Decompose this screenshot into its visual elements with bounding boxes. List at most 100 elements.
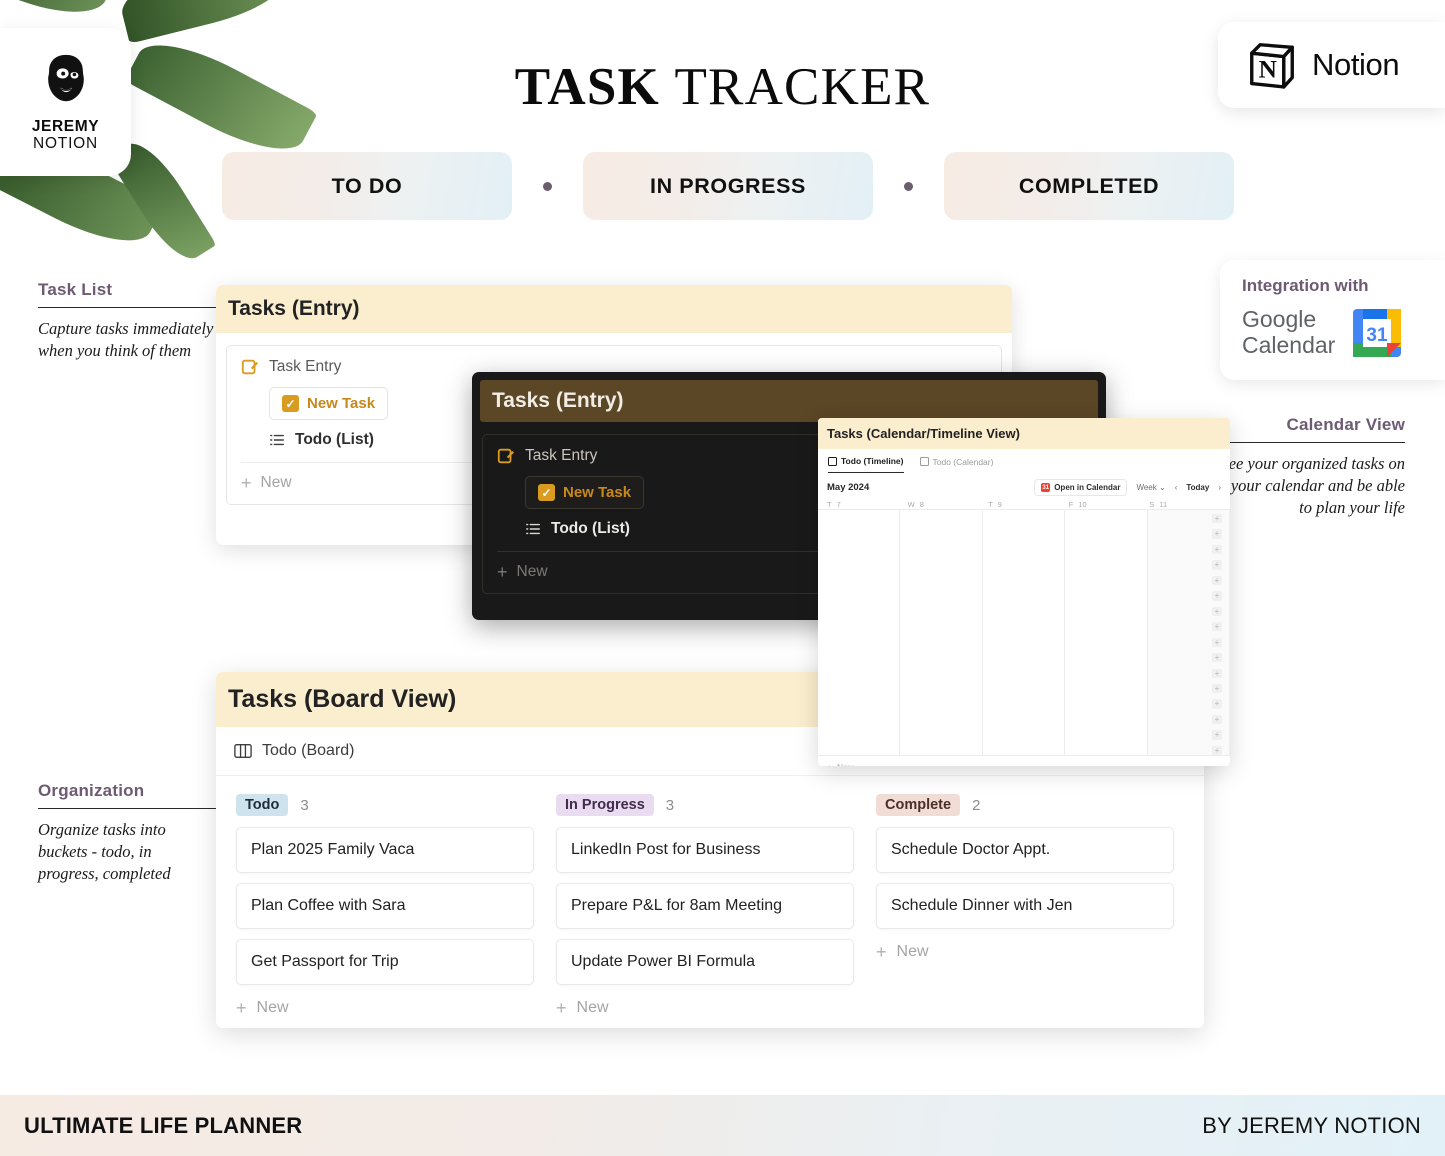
plus-square-icon[interactable]: + — [1212, 653, 1222, 663]
plus-square-icon[interactable]: + — [1212, 683, 1222, 694]
calendar-column[interactable] — [983, 510, 1066, 755]
column-new-label: New — [896, 943, 929, 960]
calendar-column[interactable] — [900, 510, 983, 755]
chevron-left-icon[interactable]: ‹ — [1175, 483, 1178, 492]
range-label: Week — [1136, 483, 1157, 492]
plus-icon: + — [241, 473, 252, 493]
task-card[interactable]: Get Passport for Trip — [236, 939, 534, 985]
page-title-bold: TASK — [514, 58, 660, 116]
day-dow: T — [827, 500, 832, 509]
plus-square-icon[interactable]: + — [1212, 560, 1222, 570]
list-icon — [270, 434, 284, 446]
footer-left-text: ULTIMATE LIFE PLANNER — [24, 1112, 303, 1138]
notion-badge: N Notion — [1218, 22, 1445, 108]
calendar-toolbar: May 2024 31 Open in Calendar Week ⌄ ‹ To… — [818, 473, 1230, 498]
day-dow: W — [907, 500, 915, 509]
timeline-icon — [828, 456, 837, 466]
bearded-man-avatar-icon — [47, 54, 84, 101]
plus-square-icon[interactable]: + — [1212, 606, 1222, 616]
plus-square-icon[interactable]: + — [1212, 745, 1222, 756]
task-card[interactable]: Schedule Doctor Appt. — [876, 827, 1174, 873]
status-badge-complete: Complete — [876, 794, 961, 816]
new-task-chip[interactable]: ✓ New Task — [525, 476, 645, 509]
chevron-down-icon: ⌄ — [1158, 483, 1166, 492]
status-badge-todo: Todo — [236, 794, 289, 816]
new-task-chip-label: New Task — [307, 395, 376, 412]
calendar-window-title: Tasks (Calendar/Timeline View) — [818, 418, 1230, 449]
column-header: Complete 2 — [876, 794, 1174, 816]
open-in-calendar-button[interactable]: 31 Open in Calendar — [1034, 479, 1128, 496]
board-columns-icon — [234, 744, 252, 758]
pill-todo[interactable]: TO DO — [222, 152, 512, 220]
calendar-new-row[interactable]: + New — [818, 755, 1230, 766]
footer-right-text: BY JEREMY NOTION — [1202, 1112, 1421, 1138]
annotation-rule — [1217, 442, 1405, 443]
annotation-body: Capture tasks immediately when you think… — [38, 319, 214, 360]
plus-square-icon[interactable]: + — [1212, 699, 1222, 709]
task-card[interactable]: Plan Coffee with Sara — [236, 883, 534, 929]
day-col-header: T7 — [827, 500, 908, 509]
task-card[interactable]: Update Power BI Formula — [556, 939, 854, 985]
plus-square-icon[interactable]: + — [1212, 668, 1222, 678]
tasks-entry-dark-title: Tasks (Entry) — [480, 380, 1098, 422]
list-icon — [526, 523, 540, 535]
plus-icon: + — [876, 942, 887, 962]
edit-square-icon — [241, 359, 259, 375]
task-card[interactable]: Plan 2025 Family Vaca — [236, 827, 534, 873]
plus-square-icon[interactable]: + — [1212, 529, 1222, 539]
leaf-shape — [115, 0, 295, 44]
new-task-chip[interactable]: ✓ New Task — [269, 387, 389, 420]
notion-cube-icon: N — [1250, 43, 1294, 89]
column-new-button[interactable]: + New — [556, 995, 854, 1017]
plus-square-icon[interactable]: + — [1212, 637, 1222, 647]
calendar-column[interactable] — [818, 510, 901, 755]
chevron-right-icon[interactable]: › — [1218, 483, 1221, 492]
plus-square-icon[interactable]: + — [1212, 544, 1222, 555]
task-entry-label: Task Entry — [525, 447, 598, 464]
checkbox-checked-icon: ✓ — [538, 484, 555, 501]
calendar-column[interactable] — [1065, 510, 1148, 755]
tab-todo-calendar[interactable]: Todo (Calendar) — [919, 456, 994, 473]
pill-completed[interactable]: COMPLETED — [944, 152, 1234, 220]
column-new-button[interactable]: + New — [876, 939, 1174, 961]
plus-square-icon[interactable]: + — [1212, 591, 1222, 601]
tab-todo-timeline-label: Todo (Timeline) — [841, 456, 904, 466]
day-num: 8 — [919, 500, 924, 509]
brand-subname: NOTION — [32, 135, 99, 152]
tasks-entry-light-title: Tasks (Entry) — [216, 285, 1012, 333]
plus-icon: + — [236, 998, 247, 1018]
column-count: 3 — [665, 796, 675, 814]
tab-todo-timeline[interactable]: Todo (Timeline) — [828, 456, 904, 473]
pill-in-progress[interactable]: IN PROGRESS — [583, 152, 873, 220]
page-title-light: TRACKER — [674, 58, 931, 116]
annotation-task-list: Task List Capture tasks immediately when… — [38, 280, 216, 362]
calendar-new-label: New — [837, 762, 854, 766]
column-new-button[interactable]: + New — [236, 995, 534, 1017]
todo-list-label: Todo (List) — [551, 520, 630, 537]
integration-card: Integration with Google Calendar 31 — [1220, 260, 1445, 380]
today-button[interactable]: Today — [1186, 483, 1209, 492]
plus-square-icon[interactable]: + — [1212, 622, 1222, 632]
range-selector[interactable]: Week ⌄ — [1136, 483, 1165, 492]
task-card[interactable]: Schedule Dinner with Jen — [876, 883, 1174, 929]
open-in-calendar-label: Open in Calendar — [1054, 483, 1121, 492]
plus-square-icon[interactable]: + — [1212, 514, 1222, 524]
task-entry-label: Task Entry — [269, 358, 342, 375]
day-dow: T — [988, 500, 993, 509]
plus-square-icon[interactable]: + — [1212, 730, 1222, 740]
plus-square-icon[interactable]: + — [1212, 575, 1222, 586]
column-new-label: New — [576, 999, 609, 1016]
google-calendar-icon: 31 — [1353, 309, 1402, 357]
day-num: 9 — [997, 500, 1002, 509]
plus-icon: + — [497, 562, 508, 582]
task-card[interactable]: Prepare P&L for 8am Meeting — [556, 883, 854, 929]
annotation-body: Organize tasks into buckets - todo, in p… — [38, 820, 171, 883]
calendar-grid[interactable]: + + + + + + + + + + + + + + + + — [818, 509, 1230, 756]
calendar-controls: 31 Open in Calendar Week ⌄ ‹ Today › — [1034, 479, 1221, 496]
column-count: 3 — [300, 796, 309, 814]
board-column-todo: Todo 3 Plan 2025 Family Vaca Plan Coffee… — [236, 794, 534, 1017]
task-card[interactable]: LinkedIn Post for Business — [556, 827, 854, 873]
tab-todo-calendar-label: Todo (Calendar) — [932, 456, 994, 467]
calendar-add-row-column: + + + + + + + + + + + + + + + + — [1212, 514, 1226, 756]
plus-square-icon[interactable]: + — [1212, 714, 1222, 725]
